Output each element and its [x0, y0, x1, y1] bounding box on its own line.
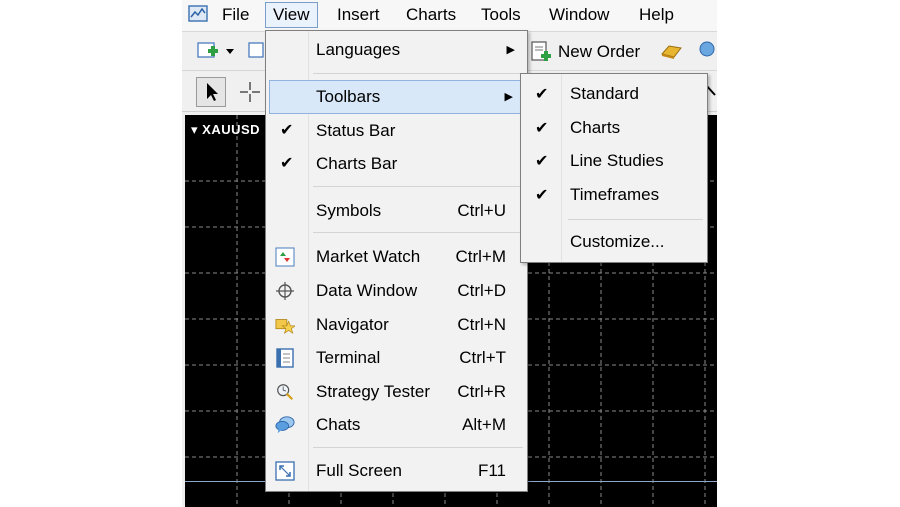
submenu-item-customize[interactable]: Customize... — [521, 227, 707, 259]
app-icon[interactable] — [188, 4, 208, 24]
menu-item-label: Market Watch — [316, 247, 421, 266]
menu-item-label: Terminal — [316, 348, 381, 367]
menu-item-label: Charts Bar — [316, 154, 398, 173]
crosshair-icon — [276, 282, 294, 300]
menu-item-status-bar[interactable]: ✔ Status Bar — [266, 115, 527, 147]
menu-window[interactable]: Window — [549, 5, 609, 25]
new-order-icon — [531, 41, 551, 61]
menu-item-label: Data Window — [316, 281, 418, 300]
menu-item-label: Navigator — [316, 315, 389, 334]
menu-item-shortcut: Ctrl+D — [457, 281, 506, 300]
submenu-item-label: Timeframes — [570, 185, 660, 204]
checkmark-icon: ✔ — [535, 153, 549, 170]
submenu-item-label: Line Studies — [570, 151, 664, 170]
terminal-icon — [276, 348, 294, 368]
checkmark-icon: ✔ — [280, 155, 294, 172]
checkmark-icon: ✔ — [535, 187, 549, 204]
navigator-star-icon — [275, 319, 295, 335]
new-order-label: New Order — [558, 42, 641, 61]
chart-menu-arrow-icon[interactable]: ▾ — [191, 122, 198, 137]
crosshair-tool-icon[interactable] — [238, 80, 262, 104]
menu-item-chats[interactable]: Chats Alt+M — [266, 409, 527, 441]
menu-insert[interactable]: Insert — [337, 5, 380, 25]
menu-item-symbols[interactable]: Symbols Ctrl+U — [266, 195, 527, 227]
submenu-item-standard[interactable]: ✔ Standard — [521, 79, 707, 111]
menu-item-label: Full Screen — [316, 461, 402, 480]
submenu-item-charts[interactable]: ✔ Charts — [521, 113, 707, 145]
chart-symbol-title[interactable]: ▾ XAUUSD — [191, 122, 260, 138]
menu-item-label: Languages — [316, 40, 401, 59]
toolbars-submenu: ✔ Standard ✔ Charts ✔ Line Studies ✔ Tim… — [520, 73, 708, 263]
menu-help[interactable]: Help — [639, 5, 674, 25]
checkmark-icon: ✔ — [280, 122, 294, 139]
menu-item-charts-bar[interactable]: ✔ Charts Bar — [266, 148, 527, 180]
menu-item-shortcut: Ctrl+N — [457, 315, 506, 334]
strategy-tester-icon — [277, 384, 294, 401]
menu-view[interactable]: View — [265, 2, 318, 28]
submenu-arrow-icon: ▶ — [506, 44, 515, 56]
submenu-item-line-studies[interactable]: ✔ Line Studies — [521, 146, 707, 178]
menu-charts[interactable]: Charts — [406, 5, 456, 25]
menu-separator — [313, 73, 523, 74]
checkmark-icon: ✔ — [535, 120, 549, 137]
menu-item-toolbars[interactable]: Toolbars ▶ — [269, 80, 524, 114]
menu-item-terminal[interactable]: Terminal Ctrl+T — [266, 342, 527, 374]
menu-item-market-watch[interactable]: Market Watch Ctrl+M — [266, 241, 527, 273]
menu-item-label: Strategy Tester — [316, 382, 431, 401]
checkmark-icon: ✔ — [535, 86, 549, 103]
menu-item-data-window[interactable]: Data Window Ctrl+D — [266, 275, 527, 307]
menu-file[interactable]: File — [222, 5, 249, 25]
submenu-arrow-icon: ▶ — [504, 91, 513, 103]
menu-item-shortcut: Alt+M — [462, 415, 506, 434]
view-menu-dropdown: Languages ▶ Toolbars ▶ ✔ Status Bar ✔ Ch… — [265, 30, 528, 492]
menu-item-shortcut: Ctrl+T — [459, 348, 506, 367]
menu-tools[interactable]: Tools — [481, 5, 521, 25]
menu-item-label: Toolbars — [316, 87, 381, 106]
gold-bar-icon[interactable] — [659, 40, 685, 62]
menu-separator — [313, 232, 523, 233]
new-chart-icon[interactable] — [196, 40, 220, 62]
menu-item-label: Chats — [316, 415, 361, 434]
menu-item-label: Status Bar — [316, 121, 396, 140]
profiles-icon[interactable] — [246, 40, 266, 62]
menubar: File View Insert Charts Tools Window Hel… — [182, 0, 717, 32]
menu-separator — [313, 186, 523, 187]
dropdown-arrow-icon[interactable] — [225, 48, 235, 56]
menu-separator — [568, 219, 703, 220]
cursor-arrow-icon — [207, 83, 218, 101]
market-icon[interactable] — [697, 40, 717, 62]
menu-item-strategy-tester[interactable]: Strategy Tester Ctrl+R — [266, 376, 527, 408]
market-watch-icon — [275, 247, 295, 267]
submenu-item-label: Standard — [570, 84, 639, 103]
cursor-tool-button[interactable] — [196, 77, 226, 107]
chat-bubbles-icon — [275, 416, 295, 434]
submenu-item-label: Charts — [570, 118, 621, 137]
chart-symbol: XAUUSD — [202, 122, 261, 137]
full-screen-icon — [275, 461, 295, 481]
menu-item-shortcut: F11 — [477, 461, 506, 480]
menu-item-navigator[interactable]: Navigator Ctrl+N — [266, 309, 527, 341]
menu-item-shortcut: Ctrl+M — [455, 247, 506, 266]
menu-item-shortcut: Ctrl+R — [457, 382, 506, 401]
menu-separator — [313, 447, 523, 448]
menu-item-languages[interactable]: Languages ▶ — [266, 34, 527, 66]
submenu-item-label: Customize... — [570, 232, 665, 251]
menu-item-label: Symbols — [316, 201, 382, 220]
new-order-button[interactable]: New Order — [530, 39, 640, 65]
menu-item-shortcut: Ctrl+U — [457, 201, 506, 220]
submenu-item-timeframes[interactable]: ✔ Timeframes — [521, 180, 707, 212]
menu-item-full-screen[interactable]: Full Screen F11 — [266, 455, 527, 487]
